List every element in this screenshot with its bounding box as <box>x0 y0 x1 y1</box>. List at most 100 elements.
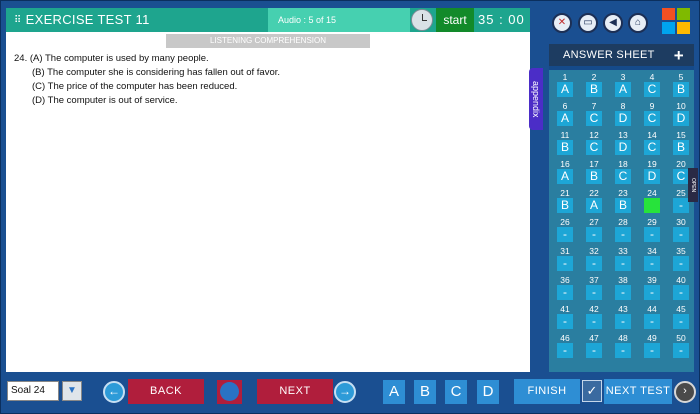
answer-value[interactable]: B <box>586 169 602 184</box>
answer-a-button[interactable]: A <box>383 380 405 404</box>
windows-logo[interactable] <box>662 8 692 36</box>
mute-icon[interactable]: ✕ <box>552 13 572 33</box>
answer-cell[interactable]: 13 D <box>614 130 632 155</box>
answer-value[interactable]: - <box>586 285 602 300</box>
answer-cell[interactable]: 14 C <box>643 130 661 155</box>
answer-cell[interactable]: 16 A <box>556 159 574 184</box>
answer-value[interactable]: - <box>673 227 689 242</box>
answer-cell[interactable]: 42- <box>585 304 603 329</box>
answer-cell[interactable]: 11 B <box>556 130 574 155</box>
answer-cell[interactable]: 41- <box>556 304 574 329</box>
send-icon[interactable]: ◀ <box>603 13 623 33</box>
answer-value[interactable]: A <box>586 198 602 213</box>
answer-cell[interactable]: 30- <box>672 217 690 242</box>
answer-cell[interactable]: 4C <box>643 72 661 97</box>
answer-value[interactable]: - <box>615 256 631 271</box>
answer-cell[interactable]: 43- <box>614 304 632 329</box>
answer-value[interactable]: A <box>557 169 573 184</box>
answer-value[interactable]: C <box>586 140 602 155</box>
appendix-tab[interactable]: appendix <box>529 68 543 130</box>
question-select[interactable]: Soal 24 <box>7 381 59 401</box>
answer-cell[interactable]: 18 C <box>614 159 632 184</box>
answer-cell[interactable]: 9C <box>643 101 661 126</box>
answer-cell[interactable]: 26- <box>556 217 574 242</box>
answer-cell[interactable]: 49- <box>643 333 661 358</box>
answer-value[interactable]: - <box>586 256 602 271</box>
home-button[interactable] <box>217 380 242 404</box>
answer-value[interactable]: - <box>557 314 573 329</box>
answer-cell[interactable]: 29- <box>643 217 661 242</box>
answer-cell[interactable]: 38- <box>614 275 632 300</box>
answer-cell[interactable]: 39- <box>643 275 661 300</box>
answer-cell[interactable]: 8D <box>614 101 632 126</box>
book-icon[interactable]: ▭ <box>578 13 598 33</box>
chevron-down-icon[interactable]: ▼ <box>62 381 82 401</box>
answer-cell[interactable]: 1A <box>556 72 574 97</box>
expand-button[interactable]: + <box>660 45 684 67</box>
answer-cell[interactable]: 12 C <box>585 130 603 155</box>
answer-value[interactable]: D <box>615 140 631 155</box>
answer-value[interactable]: C <box>644 140 660 155</box>
answer-cell[interactable]: 33- <box>614 246 632 271</box>
answer-cell[interactable]: 27- <box>585 217 603 242</box>
finish-button[interactable]: FINISH <box>514 379 580 404</box>
answer-value[interactable]: - <box>615 227 631 242</box>
answer-cell[interactable]: 19 D <box>643 159 661 184</box>
answer-value[interactable]: D <box>615 111 631 126</box>
answer-c-button[interactable]: C <box>445 380 467 404</box>
answer-value[interactable]: - <box>557 285 573 300</box>
answer-value[interactable]: - <box>557 227 573 242</box>
answer-value[interactable]: - <box>586 343 602 358</box>
answer-value[interactable]: D <box>644 169 660 184</box>
answer-cell[interactable]: 28- <box>614 217 632 242</box>
answer-value[interactable]: - <box>644 314 660 329</box>
answer-cell[interactable]: 36- <box>556 275 574 300</box>
prev-arrow-icon[interactable]: ← <box>103 381 125 403</box>
answer-value[interactable]: B <box>557 198 573 213</box>
answer-cell[interactable]: 47- <box>585 333 603 358</box>
answer-cell[interactable]: 21 B <box>556 188 574 213</box>
answer-value[interactable]: C <box>644 82 660 97</box>
answer-cell[interactable]: 50- <box>672 333 690 358</box>
answer-value[interactable]: - <box>644 343 660 358</box>
answer-cell[interactable]: 37- <box>585 275 603 300</box>
open-tab[interactable]: OPEN <box>688 168 698 202</box>
answer-cell[interactable]: 6A <box>556 101 574 126</box>
answer-value[interactable]: C <box>673 169 689 184</box>
answer-value[interactable]: - <box>673 198 689 213</box>
answer-value[interactable]: - <box>557 256 573 271</box>
answer-value[interactable]: - <box>673 314 689 329</box>
answer-cell[interactable]: 46- <box>556 333 574 358</box>
answer-cell[interactable]: 2B <box>585 72 603 97</box>
back-button[interactable]: BACK <box>128 379 204 404</box>
answer-value[interactable]: - <box>586 314 602 329</box>
next-test-button[interactable]: NEXT TEST <box>604 379 672 404</box>
answer-cell[interactable]: 10 D <box>672 101 690 126</box>
answer-cell[interactable]: 22 A <box>585 188 603 213</box>
answer-cell[interactable]: 32- <box>585 246 603 271</box>
answer-value[interactable]: B <box>673 82 689 97</box>
answer-value[interactable]: A <box>557 111 573 126</box>
answer-value[interactable]: C <box>644 111 660 126</box>
answer-value[interactable]: A <box>615 82 631 97</box>
answer-value[interactable]: - <box>673 256 689 271</box>
start-button[interactable]: start <box>436 8 474 32</box>
answer-value[interactable]: - <box>644 256 660 271</box>
next-button[interactable]: NEXT <box>257 379 333 404</box>
answer-d-button[interactable]: D <box>477 380 499 404</box>
answer-cell[interactable]: 34- <box>643 246 661 271</box>
answer-value[interactable]: B <box>673 140 689 155</box>
answer-cell[interactable]: 5B <box>672 72 690 97</box>
answer-b-button[interactable]: B <box>414 380 436 404</box>
answer-value[interactable]: C <box>586 111 602 126</box>
answer-cell[interactable]: 24 <box>643 188 661 213</box>
answer-value[interactable]: A <box>557 82 573 97</box>
answer-value[interactable]: - <box>644 227 660 242</box>
answer-value[interactable] <box>644 198 660 213</box>
answer-cell[interactable]: 40- <box>672 275 690 300</box>
answer-value[interactable]: D <box>673 111 689 126</box>
answer-cell[interactable]: 7C <box>585 101 603 126</box>
answer-cell[interactable]: 45- <box>672 304 690 329</box>
answer-cell[interactable]: 15 B <box>672 130 690 155</box>
answer-value[interactable]: - <box>615 343 631 358</box>
